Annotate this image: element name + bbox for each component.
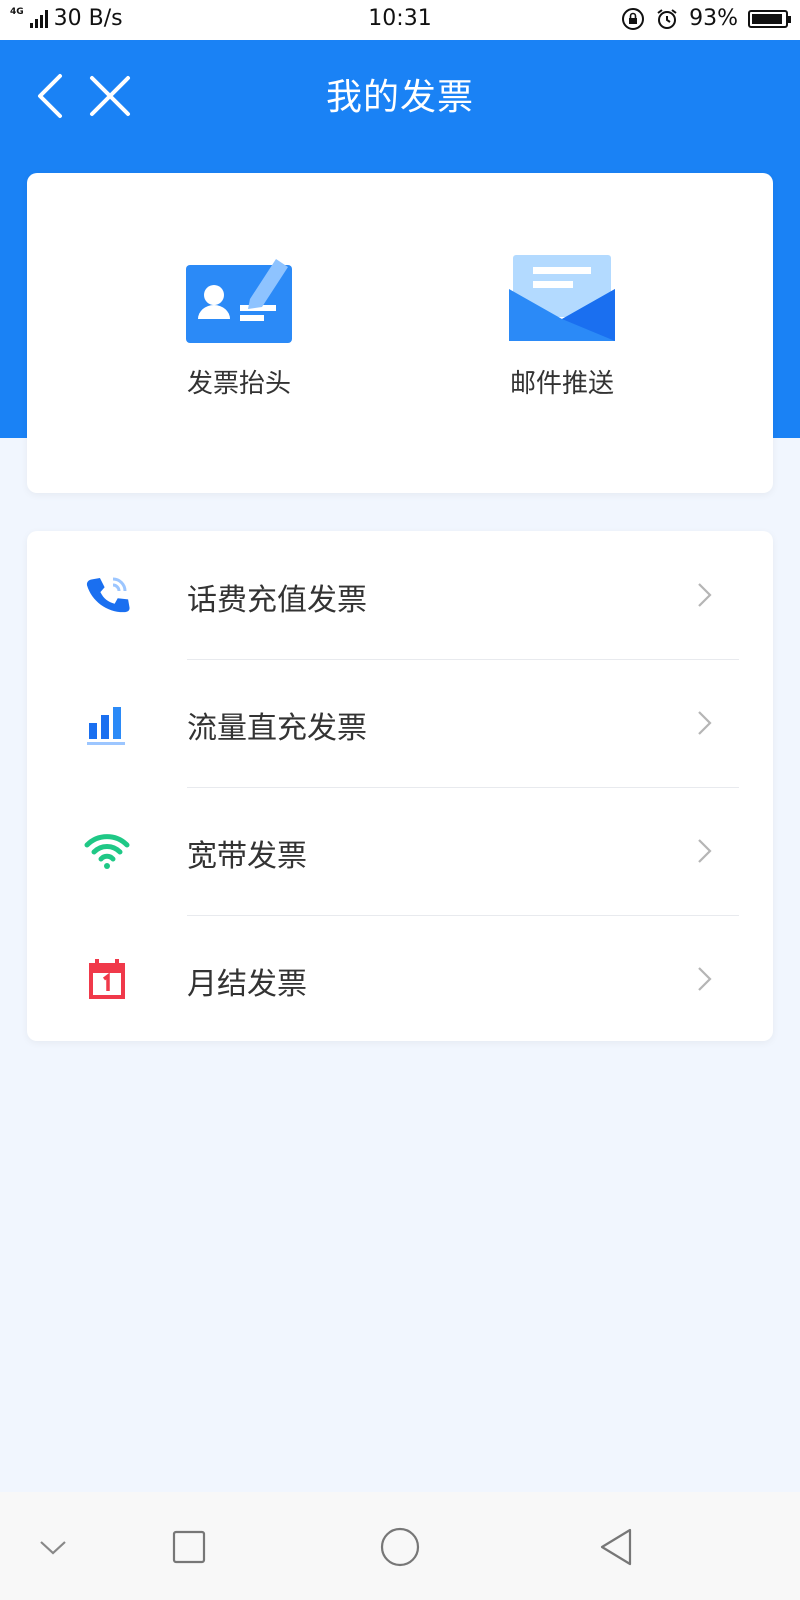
- bar-chart-icon: [87, 707, 125, 745]
- quick-action-label: 发票抬头: [186, 369, 291, 399]
- phone-icon: [86, 577, 130, 613]
- status-right: 93%: [621, 6, 791, 31]
- invoice-title-button[interactable]: 发票抬头: [159, 253, 319, 400]
- id-card-pen-icon: [186, 259, 292, 343]
- list-item-monthly[interactable]: 月结发票: [27, 915, 773, 1043]
- home-icon[interactable]: [375, 1522, 425, 1572]
- quick-actions-card: 发票抬头 邮件推送: [27, 173, 773, 493]
- list-item-label: 宽带发票: [187, 839, 307, 874]
- battery-fill: [752, 13, 782, 24]
- alarm-icon: [657, 8, 677, 29]
- battery-icon: [748, 9, 791, 28]
- quick-action-label: 邮件推送: [509, 369, 614, 399]
- recent-apps-icon[interactable]: [164, 1522, 214, 1572]
- system-nav-bar: [0, 1492, 800, 1600]
- list-item-label: 月结发票: [187, 967, 307, 1002]
- list-item-phone-recharge[interactable]: 话费充值发票: [27, 531, 773, 659]
- battery-percent: 93%: [689, 6, 738, 31]
- list-item-label: 流量直充发票: [187, 711, 367, 746]
- calendar-icon: [89, 959, 125, 999]
- rotation-lock-icon: [622, 7, 645, 30]
- status-bar: 4G 30 B/s 10:31 93%: [0, 0, 800, 40]
- back-triangle-icon[interactable]: [592, 1522, 642, 1572]
- wifi-icon: [84, 834, 130, 869]
- chevron-right-icon: [698, 711, 712, 735]
- email-push-button[interactable]: 邮件推送: [482, 253, 642, 400]
- chevron-right-icon: [698, 839, 712, 863]
- envelope-icon: [509, 255, 615, 341]
- list-item-label: 话费充值发票: [187, 583, 367, 618]
- page-title: 我的发票: [325, 77, 474, 118]
- chevron-down-icon[interactable]: [28, 1522, 78, 1572]
- chevron-right-icon: [698, 583, 712, 607]
- list-item-data-recharge[interactable]: 流量直充发票: [27, 659, 773, 787]
- chevron-right-icon: [698, 967, 712, 991]
- invoice-list-card: 话费充值发票 流量直充发票 宽带发票 月结发票: [27, 531, 773, 1041]
- list-item-broadband[interactable]: 宽带发票: [27, 787, 773, 915]
